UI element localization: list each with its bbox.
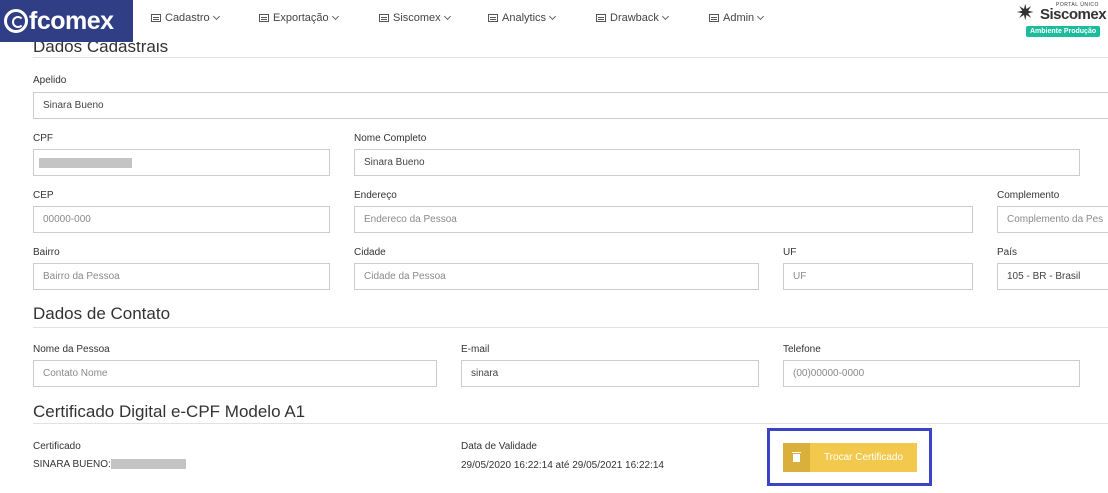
siscomex-logo: ✷ PORTAL ÚNICO Siscomex Ambiente Produçã… [1014,0,1107,38]
logo-text: fcomex [29,6,114,35]
redacted-cpf [39,158,132,168]
telefone-input[interactable]: (00)00000-0000 [783,360,1080,387]
chevron-down-icon [212,12,220,20]
section-title-dados-contato: Dados de Contato [33,304,171,323]
menu-siscomex-label: Siscomex [393,12,441,24]
pais-select[interactable]: 105 - BR - Brasil [997,263,1108,290]
redacted-certificado [111,459,186,469]
validade-value: 29/05/2020 16:22:14 até 29/05/2021 16:22… [461,460,664,471]
environment-badge: Ambiente Produção [1026,26,1101,37]
nome-pessoa-input[interactable]: Contato Nome [33,360,437,387]
menu-admin-label: Admin [723,12,755,24]
email-label: E-mail [461,344,490,355]
chevron-down-icon [548,12,557,20]
list-icon [379,14,389,22]
trash-icon [783,443,810,472]
divider [33,423,1108,424]
cidade-input[interactable]: Cidade da Pessoa [354,263,759,290]
menu-exportacao-label: Exportação [273,12,329,24]
chevron-down-icon [443,12,451,20]
endereco-input[interactable]: Endereco da Pessoa [354,206,973,233]
divider [33,327,1108,328]
cep-input[interactable]: 00000-000 [33,206,330,233]
trocar-certificado-button[interactable]: Trocar Certificado [783,443,917,472]
uf-input[interactable]: UF [783,263,973,290]
certificado-value: SINARA BUENO: [33,459,111,470]
nome-completo-label: Nome Completo [354,133,427,144]
pais-label: País [997,247,1018,258]
trocar-certificado-label: Trocar Certificado [823,452,904,463]
section-title-certificado: Certificado Digital e-CPF Modelo A1 [33,402,306,421]
telefone-label: Telefone [783,344,821,355]
bairro-label: Bairro [33,247,60,258]
chevron-down-icon [661,12,669,20]
top-navbar: fcomex Cadastro Exportação Siscomex Anal… [0,0,1108,42]
globe-icon [4,9,28,33]
cidade-label: Cidade [354,247,386,258]
apelido-input[interactable]: Sinara Bueno [33,92,1108,119]
certificado-label: Certificado [33,441,81,452]
cpf-label: CPF [33,133,53,144]
list-icon [259,14,269,22]
menu-drawback-label: Drawback [610,12,659,24]
menu-drawback[interactable]: Drawback [596,12,669,24]
menu-cadastro-label: Cadastro [165,12,210,24]
fcomex-logo[interactable]: fcomex [0,0,133,42]
siscomex-brand-text: Siscomex [1040,6,1107,23]
email-input[interactable]: sinara [461,360,759,387]
chevron-down-icon [757,12,765,20]
menu-analytics-label: Analytics [502,12,547,24]
cep-label: CEP [33,190,54,201]
divider [33,57,1108,58]
bairro-input[interactable]: Bairro da Pessoa [33,263,330,290]
nome-pessoa-label: Nome da Pessoa [33,344,110,355]
list-icon [709,14,719,22]
validade-label: Data de Validade [461,441,537,452]
apelido-label: Apelido [33,75,67,86]
list-icon [151,14,161,22]
menu-exportacao[interactable]: Exportação [259,12,339,24]
uf-label: UF [783,247,797,258]
complemento-label: Complemento [997,190,1060,201]
endereco-label: Endereço [354,190,397,201]
complemento-input[interactable]: Complemento da Pes [997,206,1108,233]
menu-admin[interactable]: Admin [709,12,765,24]
chevron-down-icon [331,12,339,20]
nome-completo-input[interactable]: Sinara Bueno [354,149,1080,176]
star-icon: ✷ [1016,0,1035,25]
cpf-input[interactable] [33,149,330,176]
list-icon [596,14,606,22]
menu-siscomex[interactable]: Siscomex [379,12,451,24]
menu-cadastro[interactable]: Cadastro [151,12,220,24]
menu-analytics[interactable]: Analytics [488,12,557,24]
list-icon [488,14,498,22]
